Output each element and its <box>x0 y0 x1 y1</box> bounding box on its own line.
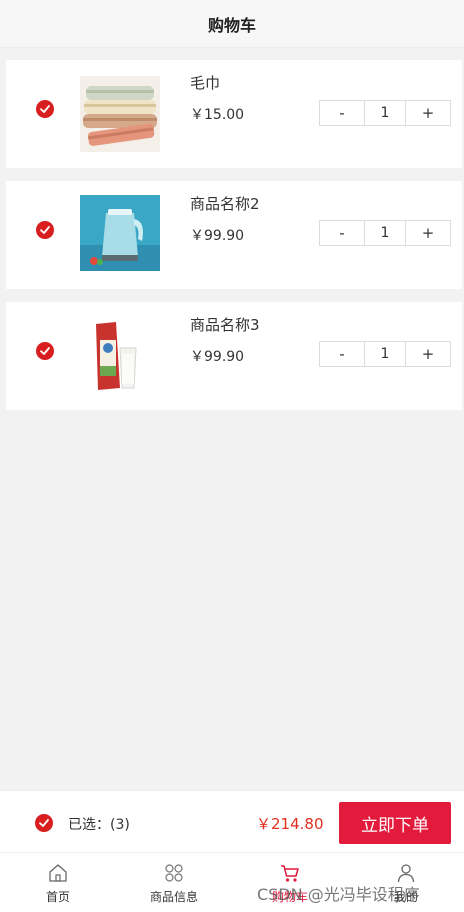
checkout-bar: 已选：(3) ￥214.80 立即下单 <box>0 790 464 852</box>
product-image[interactable] <box>80 76 160 152</box>
tab-home[interactable]: 首页 <box>0 853 116 912</box>
product-name[interactable]: 商品名称2 <box>190 193 260 214</box>
selected-count: 已选：(3) <box>68 817 130 833</box>
quantity-value[interactable]: 1 <box>364 221 406 245</box>
quantity-value[interactable]: 1 <box>364 342 406 366</box>
select-checkbox[interactable] <box>36 342 54 360</box>
tab-label: 首页 <box>45 890 70 904</box>
product-price: ￥15.00 <box>190 107 245 123</box>
cart-item: 商品名称2 ￥99.90 - 1 + <box>6 181 462 289</box>
decrease-button[interactable]: - <box>320 101 364 125</box>
product-price: ￥99.90 <box>190 228 245 244</box>
quantity-stepper: - 1 + <box>319 220 451 246</box>
total-price: ￥214.80 <box>256 815 324 833</box>
decrease-button[interactable]: - <box>320 342 364 366</box>
home-icon <box>49 864 67 882</box>
select-checkbox[interactable] <box>36 100 54 118</box>
cart-item: 毛巾 ￥15.00 - 1 + <box>6 60 462 168</box>
decrease-button[interactable]: - <box>320 221 364 245</box>
cart-item: 商品名称3 ￥99.90 - 1 + <box>6 302 462 410</box>
increase-button[interactable]: + <box>406 101 450 125</box>
quantity-value[interactable]: 1 <box>364 101 406 125</box>
product-image[interactable] <box>80 318 160 394</box>
checkmark-icon <box>40 105 50 113</box>
tab-products[interactable]: 商品信息 <box>116 853 232 912</box>
grid-icon <box>165 864 183 882</box>
increase-button[interactable]: + <box>406 221 450 245</box>
checkmark-icon <box>40 347 50 355</box>
increase-button[interactable]: + <box>406 342 450 366</box>
product-name[interactable]: 商品名称3 <box>190 314 260 335</box>
checkmark-icon <box>39 819 49 827</box>
select-all-checkbox[interactable] <box>35 814 53 832</box>
watermark-text: CSDN @光冯毕设程序 <box>257 885 420 904</box>
product-image[interactable] <box>80 195 160 271</box>
quantity-stepper: - 1 + <box>319 341 451 367</box>
checkmark-icon <box>40 226 50 234</box>
top-bar: 购物车 <box>0 0 464 48</box>
select-checkbox[interactable] <box>36 221 54 239</box>
quantity-stepper: - 1 + <box>319 100 451 126</box>
cart-page: 购物车 毛巾 ￥15.00 - 1 + 商品名称2 ￥99.90 - 1 + 商… <box>0 0 464 912</box>
tab-label: 商品信息 <box>149 890 198 904</box>
page-title: 购物车 <box>207 15 256 35</box>
product-price: ￥99.90 <box>190 349 245 365</box>
place-order-button[interactable]: 立即下单 <box>339 802 451 844</box>
product-name[interactable]: 毛巾 <box>190 72 220 93</box>
